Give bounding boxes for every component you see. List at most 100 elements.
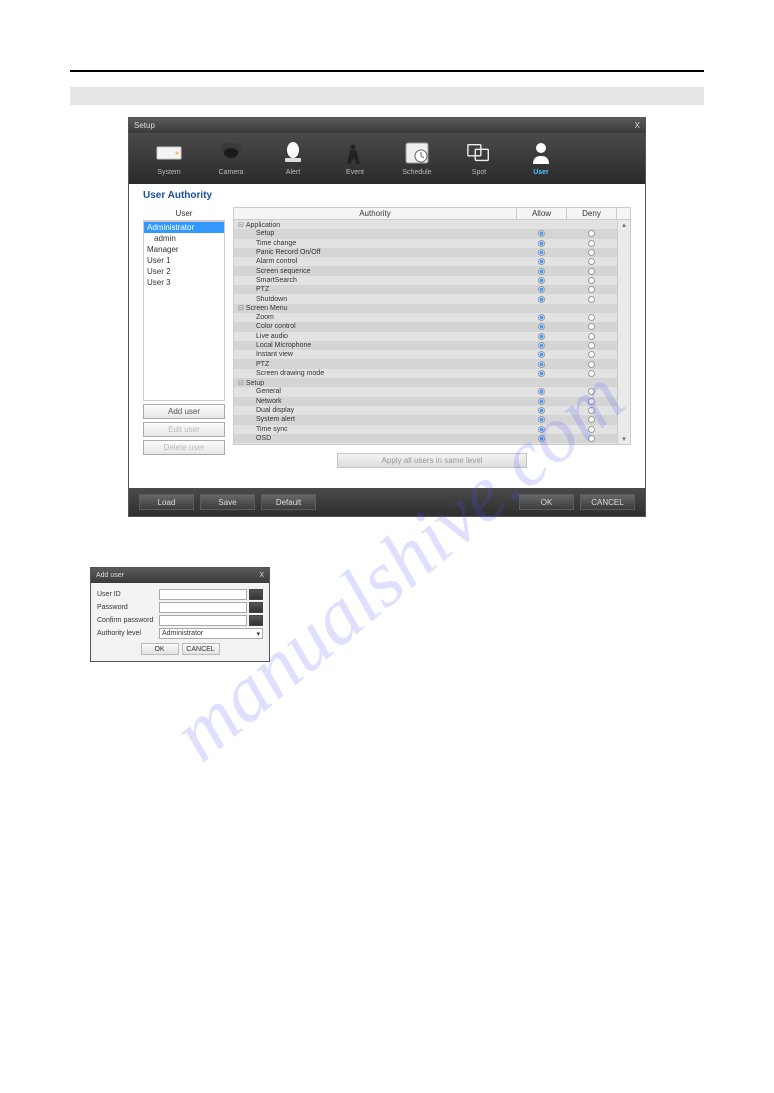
authority-row: SmartSearch <box>234 276 630 285</box>
authority-row: General <box>234 387 630 396</box>
alert-icon <box>280 141 306 165</box>
authority-label: Local Microphone <box>234 342 516 349</box>
allow-radio[interactable] <box>538 323 545 330</box>
authority-label: General <box>234 388 516 395</box>
allow-radio[interactable] <box>538 351 545 358</box>
allow-radio[interactable] <box>538 398 545 405</box>
allow-radio[interactable] <box>538 361 545 368</box>
scrollbar[interactable]: ▴ ▾ <box>617 220 630 444</box>
keyboard-icon[interactable] <box>249 615 263 626</box>
apply-all-button[interactable]: Apply all users in same level <box>337 453 527 468</box>
scroll-down-icon[interactable]: ▾ <box>622 435 626 443</box>
authority-row: Live audio <box>234 332 630 341</box>
deny-radio[interactable] <box>588 407 595 414</box>
tab-event[interactable]: Event <box>335 141 375 176</box>
collapse-icon[interactable]: ⊟ <box>238 380 244 387</box>
authority-label: Screen sequence <box>234 268 516 275</box>
close-icon[interactable]: X <box>635 121 640 130</box>
tab-system[interactable]: System <box>149 141 189 176</box>
authority-label: System alert <box>234 416 516 423</box>
authority-row: Zoom <box>234 313 630 322</box>
dialog-ok-button[interactable]: OK <box>141 643 179 655</box>
allow-radio[interactable] <box>538 240 545 247</box>
deny-radio[interactable] <box>588 296 595 303</box>
deny-radio[interactable] <box>588 249 595 256</box>
deny-radio[interactable] <box>588 286 595 293</box>
allow-radio[interactable] <box>538 286 545 293</box>
select-authority-level[interactable]: Administrator ▾ <box>159 628 263 639</box>
user-list[interactable]: AdministratoradminManagerUser 1User 2Use… <box>143 221 225 401</box>
default-button[interactable]: Default <box>261 494 316 510</box>
deny-radio[interactable] <box>588 370 595 377</box>
allow-radio[interactable] <box>538 444 545 445</box>
user-list-item[interactable]: admin <box>144 233 224 244</box>
tab-spot[interactable]: Spot <box>459 141 499 176</box>
authority-row: Archive <box>234 443 630 445</box>
close-icon[interactable]: X <box>259 572 264 579</box>
label-password: Password <box>97 604 159 611</box>
deny-radio[interactable] <box>588 258 595 265</box>
deny-radio[interactable] <box>588 416 595 423</box>
cancel-button[interactable]: CANCEL <box>580 494 635 510</box>
allow-radio[interactable] <box>538 342 545 349</box>
deny-radio[interactable] <box>588 314 595 321</box>
deny-radio[interactable] <box>588 230 595 237</box>
allow-radio[interactable] <box>538 388 545 395</box>
authority-row: Instant view <box>234 350 630 359</box>
tab-alert[interactable]: Alert <box>273 141 313 176</box>
delete-user-button[interactable]: Delete user <box>143 440 225 455</box>
add-user-button[interactable]: Add user <box>143 404 225 419</box>
collapse-icon[interactable]: ⊟ <box>238 305 244 312</box>
ok-button[interactable]: OK <box>519 494 574 510</box>
allow-radio[interactable] <box>538 426 545 433</box>
allow-radio[interactable] <box>538 258 545 265</box>
allow-radio[interactable] <box>538 268 545 275</box>
allow-radio[interactable] <box>538 296 545 303</box>
allow-radio[interactable] <box>538 407 545 414</box>
save-button[interactable]: Save <box>200 494 255 510</box>
input-password[interactable] <box>159 602 247 613</box>
deny-radio[interactable] <box>588 323 595 330</box>
user-list-item[interactable]: User 3 <box>144 277 224 288</box>
deny-radio[interactable] <box>588 435 595 442</box>
authority-row: Screen sequence <box>234 266 630 275</box>
deny-radio[interactable] <box>588 351 595 358</box>
deny-radio[interactable] <box>588 388 595 395</box>
collapse-icon[interactable]: ⊟ <box>238 222 244 229</box>
input-confirm-password[interactable] <box>159 615 247 626</box>
user-list-item[interactable]: Administrator <box>144 222 224 233</box>
allow-radio[interactable] <box>538 416 545 423</box>
tab-toolbar: System Camera Alert Event <box>129 133 645 184</box>
deny-radio[interactable] <box>588 333 595 340</box>
deny-radio[interactable] <box>588 426 595 433</box>
edit-user-button[interactable]: Edit user <box>143 422 225 437</box>
deny-radio[interactable] <box>588 361 595 368</box>
user-list-item[interactable]: Manager <box>144 244 224 255</box>
tab-user[interactable]: User <box>521 141 561 176</box>
tab-schedule[interactable]: Schedule <box>397 141 437 176</box>
dialog-cancel-button[interactable]: CANCEL <box>182 643 220 655</box>
allow-radio[interactable] <box>538 314 545 321</box>
allow-radio[interactable] <box>538 370 545 377</box>
allow-radio[interactable] <box>538 333 545 340</box>
input-user-id[interactable] <box>159 589 247 600</box>
deny-radio[interactable] <box>588 398 595 405</box>
allow-radio[interactable] <box>538 435 545 442</box>
tab-camera[interactable]: Camera <box>211 141 251 176</box>
allow-radio[interactable] <box>538 277 545 284</box>
authority-row: Dual display <box>234 406 630 415</box>
deny-radio[interactable] <box>588 240 595 247</box>
deny-radio[interactable] <box>588 342 595 349</box>
deny-radio[interactable] <box>588 268 595 275</box>
keyboard-icon[interactable] <box>249 589 263 600</box>
label-authority-level: Authority level <box>97 630 159 637</box>
allow-radio[interactable] <box>538 249 545 256</box>
deny-radio[interactable] <box>588 277 595 284</box>
load-button[interactable]: Load <box>139 494 194 510</box>
user-list-item[interactable]: User 2 <box>144 266 224 277</box>
scroll-up-icon[interactable]: ▴ <box>622 221 626 229</box>
allow-radio[interactable] <box>538 230 545 237</box>
user-list-item[interactable]: User 1 <box>144 255 224 266</box>
deny-radio[interactable] <box>588 444 595 445</box>
keyboard-icon[interactable] <box>249 602 263 613</box>
